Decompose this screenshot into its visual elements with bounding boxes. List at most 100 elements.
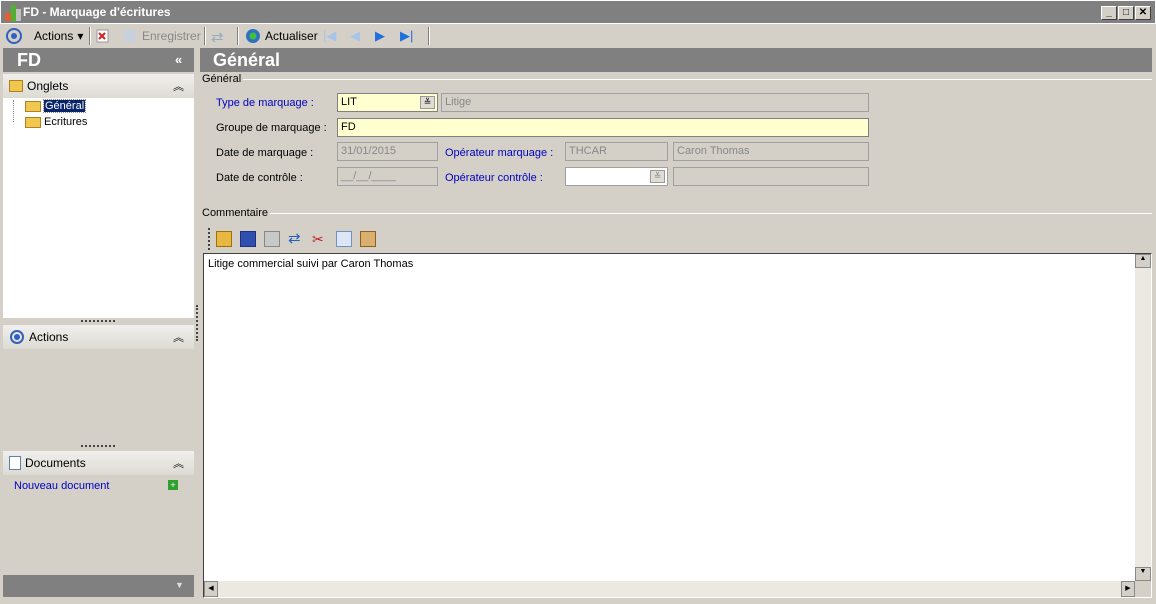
collapse-chevron-icon[interactable]: ︽	[173, 78, 184, 94]
next-record-button[interactable]: ▶	[375, 28, 385, 44]
minimize-button[interactable]: _	[1101, 6, 1117, 20]
folder-icon	[9, 80, 23, 92]
date-marquage-field: 31/01/2015	[337, 142, 438, 161]
operateur-controle-name	[673, 167, 869, 186]
sync-icon: ⇄	[211, 29, 224, 46]
type-value: LIT	[341, 96, 357, 108]
window-title: FD - Marquage d'écritures	[23, 5, 171, 19]
tree-item-ecritures[interactable]: Ecritures	[25, 116, 87, 128]
maximize-button[interactable]: □	[1118, 6, 1134, 20]
caret-down-icon: ▾	[77, 29, 84, 43]
actions-section-label: Actions	[29, 330, 69, 344]
splitter-handle[interactable]	[81, 320, 115, 323]
delete-icon	[96, 29, 109, 43]
delete-button[interactable]	[95, 28, 111, 44]
groupe-value: FD	[341, 121, 356, 133]
actions-label: Actions	[34, 29, 74, 43]
collapse-chevron-icon[interactable]: ︽	[173, 329, 184, 345]
refresh-label: Actualiser	[265, 29, 318, 43]
vertical-scrollbar[interactable]: ▲ ▼	[1135, 254, 1151, 581]
last-record-button[interactable]: ▶|	[400, 28, 413, 44]
operateur-marquage-code: THCAR	[565, 142, 668, 161]
close-button[interactable]: ✕	[1135, 6, 1151, 20]
actions-section-header[interactable]: Actions ︽	[3, 325, 194, 349]
documents-section-header[interactable]: Documents ︽	[3, 451, 194, 475]
collapse-chevron-icon[interactable]: ︽	[173, 455, 184, 471]
op-marq-code: THCAR	[569, 145, 607, 157]
save-label: Enregistrer	[142, 29, 201, 43]
comment-text: Litige commercial suivi par Caron Thomas	[208, 258, 414, 270]
vertical-splitter[interactable]	[196, 305, 198, 341]
open-folder-icon[interactable]	[216, 231, 232, 247]
main-header: Général	[200, 48, 1152, 72]
tree-item-general[interactable]: Général	[25, 99, 87, 113]
comment-toolbar: ⇄ ✂	[208, 228, 376, 250]
left-panel-header: FD «	[3, 48, 194, 72]
new-document-link[interactable]: Nouveau document	[14, 480, 109, 492]
date-marquage-label: Date de marquage :	[216, 147, 314, 159]
groupe-label: Groupe de marquage :	[216, 122, 327, 134]
actions-menu-button[interactable]: Actions ▾	[6, 28, 83, 44]
refresh-icon	[246, 29, 260, 43]
refresh-button[interactable]: Actualiser	[245, 28, 318, 44]
tree-item-label: Général	[42, 99, 87, 113]
operateur-marquage-name: Caron Thomas	[673, 142, 869, 161]
date-controle-input[interactable]: __/__/____	[337, 167, 438, 186]
horizontal-scrollbar[interactable]: ◀ ▶	[204, 581, 1135, 597]
save-icon	[124, 30, 136, 42]
last-icon: ▶|	[400, 28, 414, 43]
save-icon[interactable]	[240, 231, 256, 247]
chevron-down-icon[interactable]: ≚	[420, 96, 435, 109]
main-panel: Général Général Type de marquage : LIT ≚ …	[200, 48, 1152, 600]
date-marquage-value: 31/01/2015	[341, 145, 397, 157]
page-title: Général	[213, 50, 281, 70]
title-bar: FD - Marquage d'écritures _ □ ✕	[0, 0, 1156, 24]
target-icon	[10, 330, 24, 344]
print-icon[interactable]	[264, 231, 280, 247]
scroll-up-button[interactable]: ▲	[1135, 254, 1151, 268]
resize-grip-icon[interactable]	[1135, 581, 1151, 597]
groupe-input[interactable]: FD	[337, 118, 869, 137]
type-desc: Litige	[445, 96, 472, 108]
document-icon	[9, 456, 21, 470]
chevron-down-icon[interactable]: ▼	[175, 580, 184, 590]
comment-editor[interactable]: Litige commercial suivi par Caron Thomas…	[203, 253, 1152, 598]
operateur-marquage-label: Opérateur marquage :	[445, 147, 554, 159]
tabs-section-label: Onglets	[27, 79, 69, 93]
documents-section-label: Documents	[25, 456, 86, 470]
operateur-controle-select[interactable]: ≚	[565, 167, 668, 186]
date-ctrl-value: __/__/____	[341, 170, 397, 182]
first-record-button[interactable]: |◀	[323, 28, 336, 44]
add-icon[interactable]: +	[168, 480, 178, 490]
save-button[interactable]: Enregistrer	[122, 28, 201, 44]
splitter-handle[interactable]	[81, 445, 115, 448]
type-select[interactable]: LIT ≚	[337, 93, 438, 112]
comment-group-label: Commentaire	[202, 207, 271, 219]
app-logo-icon	[5, 5, 21, 21]
paste-icon[interactable]	[360, 231, 376, 247]
left-panel: FD « Onglets ︽ Général Ecritures Actions ︽…	[3, 48, 194, 598]
target-icon	[6, 28, 22, 44]
previous-record-button[interactable]: ◀	[350, 28, 360, 44]
copy-icon[interactable]	[336, 231, 352, 247]
left-panel-footer: ▼	[3, 575, 194, 597]
scroll-left-button[interactable]: ◀	[204, 581, 218, 597]
tabs-tree: Général Ecritures	[3, 98, 194, 318]
type-description-field: Litige	[441, 93, 869, 112]
cut-icon[interactable]: ✂	[312, 231, 328, 247]
previous-icon: ◀	[350, 28, 360, 43]
toolbar: Actions ▾ Enregistrer ⇄ Actualiser |◀ ◀ ▶…	[0, 24, 1156, 48]
sync-icon[interactable]: ⇄	[288, 231, 304, 247]
operateur-controle-label: Opérateur contrôle :	[445, 172, 543, 184]
first-icon: |◀	[323, 28, 337, 43]
sync-button[interactable]: ⇄	[211, 28, 227, 46]
open-folder-icon	[25, 100, 41, 112]
chevron-down-icon[interactable]: ≚	[650, 170, 665, 183]
collapse-panel-button[interactable]: «	[175, 52, 182, 67]
left-panel-title: FD	[17, 50, 41, 70]
scroll-down-button[interactable]: ▼	[1135, 567, 1151, 581]
type-label: Type de marquage :	[216, 97, 314, 109]
folder-icon	[25, 116, 41, 128]
scroll-right-button[interactable]: ▶	[1121, 581, 1135, 597]
tabs-section-header[interactable]: Onglets ︽	[3, 74, 194, 98]
